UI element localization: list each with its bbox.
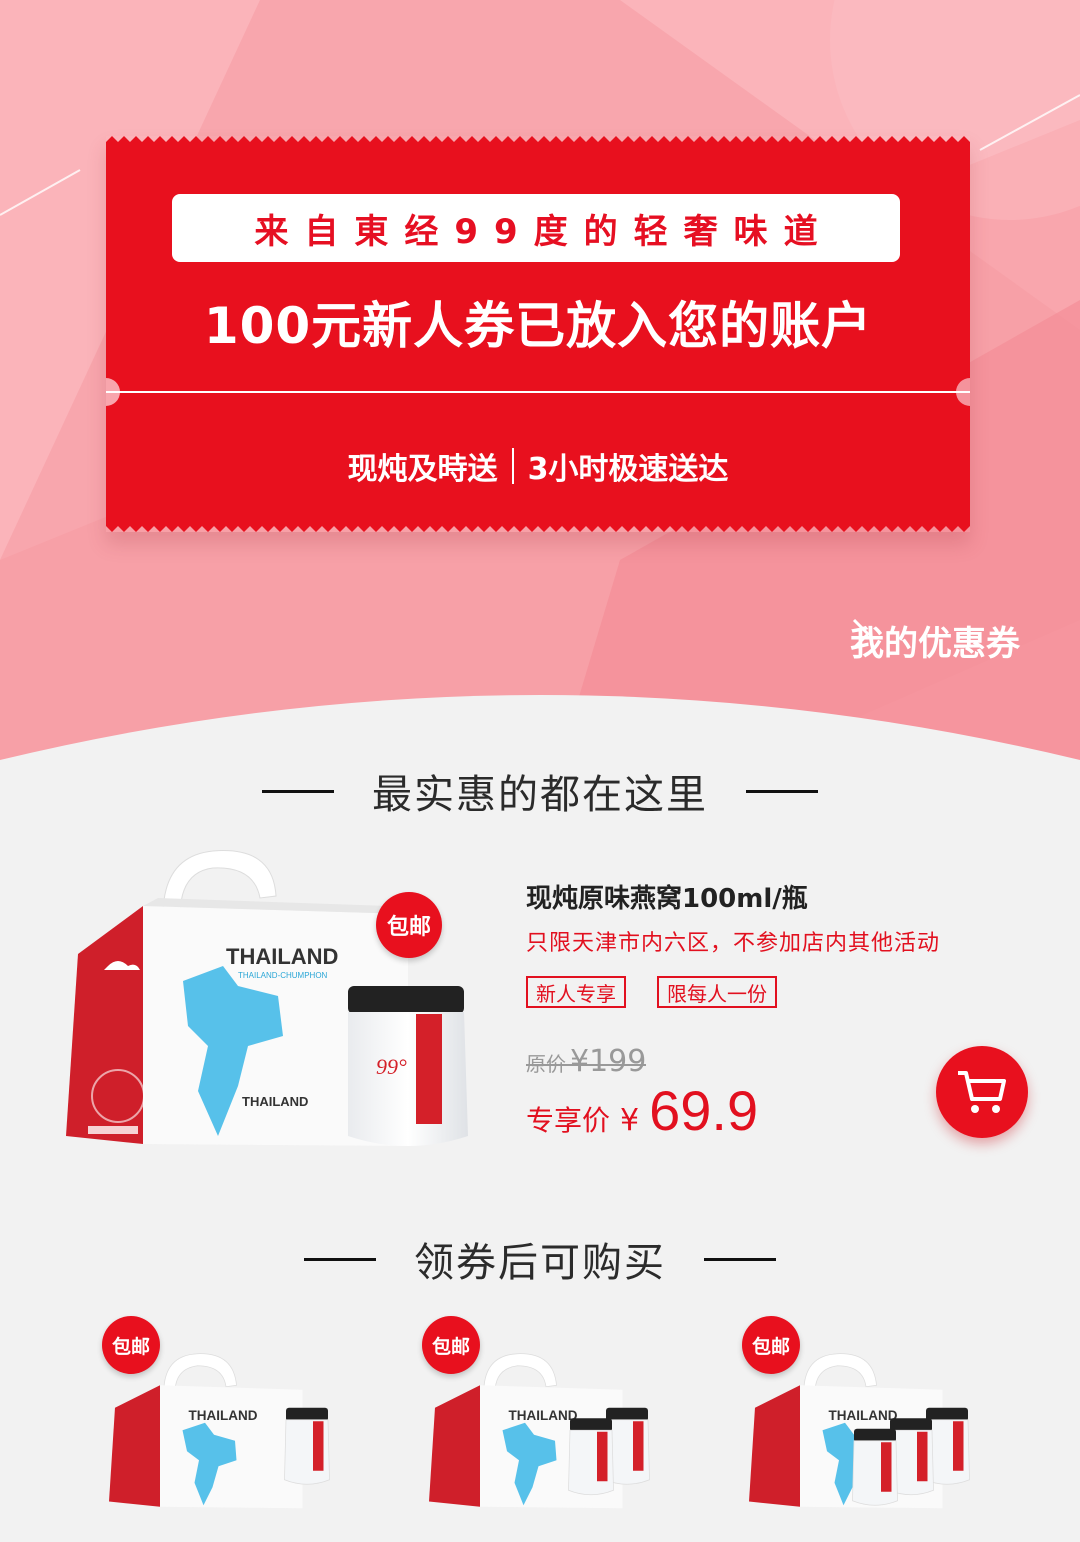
chevron-right-icon [852,618,871,650]
hero-curve [0,695,1080,770]
free-shipping-badge: 包邮 [422,1316,480,1374]
original-price-value: ¥199 [570,1044,647,1079]
add-to-cart-button[interactable] [936,1046,1028,1138]
free-shipping-badge: 包邮 [376,892,442,958]
cart-icon [958,1071,1006,1113]
service-line: 现炖及時送 3小时极速送达 [106,444,970,488]
tag-limit-one: 限每人一份 [657,976,777,1008]
strikethrough [526,1064,647,1066]
best-deals-title: 最实惠的都在这里 [372,772,708,818]
svg-text:THAILAND: THAILAND [509,1408,578,1423]
currency-symbol: ¥ [620,1103,640,1138]
coupon-card: 来自東经99度的轻奢味道 100元新人券已放入您的账户 现炖及時送 3小时极速送… [106,136,970,532]
service-right: 3小时极速送达 [527,452,729,487]
svg-text:THAILAND: THAILAND [189,1408,258,1423]
service-separator [511,448,514,484]
title-line-right [746,789,818,793]
box-sub: THAILAND-CHUMPHON [238,971,328,980]
featured-product-image[interactable]: THAILAND THAILAND-CHUMPHON THAILAND 99° [48,836,478,1166]
price-value: 69.9 [649,1079,759,1142]
svg-text:THAILAND: THAILAND [829,1408,898,1423]
box-bottom: THAILAND [242,1094,308,1109]
product-note: 只限天津市内六区，不参加店内其他活动 [526,931,941,956]
coupon-divider [106,391,970,393]
after-coupon-title: 领券后可购买 [414,1240,666,1286]
hero-banner: 来自東经99度的轻奢味道 100元新人券已放入您的账户 现炖及時送 3小时极速送… [0,0,1080,760]
my-coupon-link[interactable]: 我的优惠券 [850,616,1020,665]
service-left: 现炖及時送 [347,452,498,487]
slogan-text: 来自東经99度的轻奢味道 [254,211,834,252]
product-name[interactable]: 现炖原味燕窝100ml/瓶 [526,878,808,915]
title-line-left [304,1257,376,1261]
original-price: 原价 ¥199 [526,1044,647,1079]
current-price: 专享价 ¥ 69.9 [526,1078,758,1143]
original-price-label: 原价 [526,1052,566,1076]
slogan-box: 来自東经99度的轻奢味道 [172,194,900,262]
title-line-left [262,789,334,793]
box-brand: THAILAND [226,944,338,969]
coupon-title: 100元新人券已放入您的账户 [203,297,873,355]
my-coupon-label: 我的优惠券 [850,624,1020,664]
price-label: 专享价 [526,1104,611,1137]
free-shipping-badge: 包邮 [102,1316,160,1374]
tag-new-user: 新人专享 [526,976,626,1008]
svg-text:99°: 99° [376,1054,407,1079]
section-title-after-coupon: 领券后可购买 [0,1230,1080,1288]
free-shipping-badge: 包邮 [742,1316,800,1374]
title-line-right [704,1257,776,1261]
section-title-best-deals: 最实惠的都在这里 [0,762,1080,820]
